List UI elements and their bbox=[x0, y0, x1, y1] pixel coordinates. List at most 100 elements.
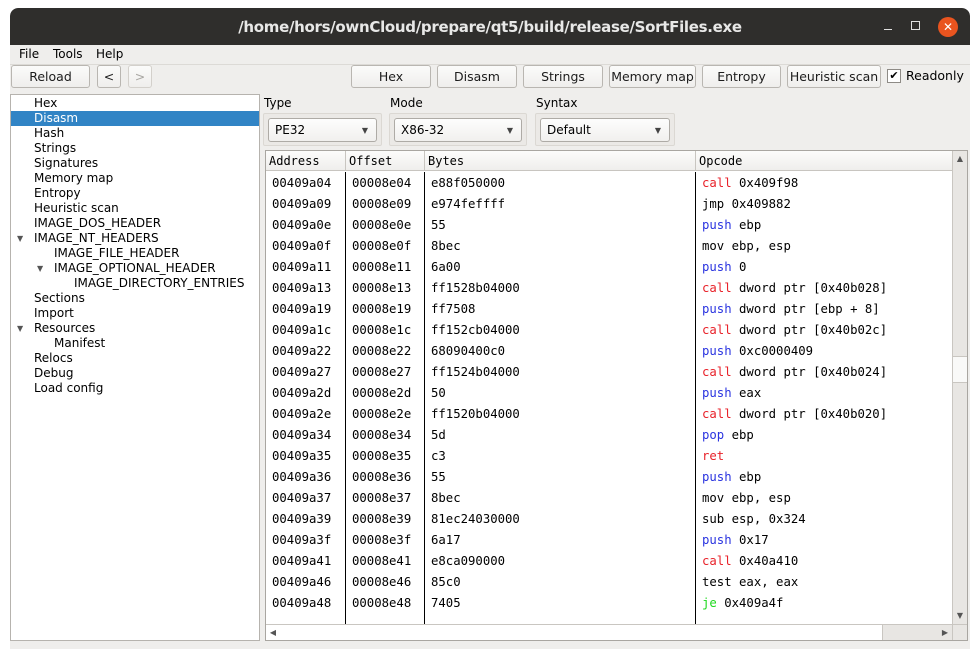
table-row[interactable]: 00409a19 00008e19 ff7508 push dword ptr [eb… bbox=[266, 299, 952, 320]
cell-opcode: je 0x409a4f bbox=[702, 593, 783, 614]
view-hex-button[interactable]: Hex bbox=[351, 65, 431, 88]
operands: dword ptr [0x40b028] bbox=[739, 281, 888, 295]
mnemonic: je bbox=[702, 596, 717, 610]
table-row[interactable]: 00409a39 00008e39 81ec24030000 sub esp, 0x3… bbox=[266, 509, 952, 530]
tree-item[interactable]: Strings bbox=[11, 141, 259, 156]
column-header-bytes[interactable]: Bytes bbox=[425, 151, 696, 171]
menu-file[interactable]: File bbox=[19, 47, 39, 61]
mnemonic: push bbox=[702, 260, 732, 274]
scroll-left-icon[interactable]: ◀ bbox=[266, 625, 280, 640]
tree-item[interactable]: Entropy bbox=[11, 186, 259, 201]
type-select[interactable]: PE32 ▼ bbox=[268, 118, 377, 142]
table-row[interactable]: 00409a41 00008e41 e8ca090000 call 0x40a410 bbox=[266, 551, 952, 572]
mode-frame: X86-32 ▼ bbox=[389, 113, 527, 146]
table-row[interactable]: 00409a35 00008e35 c3 ret bbox=[266, 446, 952, 467]
navigation-tree[interactable]: Hex Disasm Hash Strings Signatures Memory map… bbox=[10, 94, 260, 641]
mode-select[interactable]: X86-32 ▼ bbox=[394, 118, 522, 142]
cell-bytes: 68090400c0 bbox=[431, 344, 506, 358]
view-entropy-button[interactable]: Entropy bbox=[702, 65, 781, 88]
cell-bytes: 7405 bbox=[431, 596, 461, 610]
tree-item[interactable]: Sections bbox=[11, 291, 259, 306]
tree-item[interactable]: ▼ IMAGE_NT_HEADERS bbox=[11, 231, 259, 246]
table-row[interactable]: 00409a27 00008e27 ff1524b04000 call dword p… bbox=[266, 362, 952, 383]
cell-bytes: 6a17 bbox=[431, 533, 461, 547]
tree-item[interactable]: IMAGE_DOS_HEADER bbox=[11, 216, 259, 231]
tree-item[interactable]: Hex bbox=[11, 96, 259, 111]
cell-offset: 00008e11 bbox=[352, 260, 412, 274]
table-row[interactable]: 00409a11 00008e11 6a00 push 0 bbox=[266, 257, 952, 278]
tree-item[interactable]: Load config bbox=[11, 381, 259, 396]
table-row[interactable]: 00409a48 00008e48 7405 je 0x409a4f bbox=[266, 593, 952, 614]
tree-item[interactable]: Signatures bbox=[11, 156, 259, 171]
readonly-checkbox[interactable]: ✔ bbox=[887, 69, 901, 83]
horizontal-scroll-track[interactable] bbox=[882, 625, 938, 640]
menu-help[interactable]: Help bbox=[96, 47, 123, 61]
table-row[interactable]: 00409a37 00008e37 8bec mov ebp, esp bbox=[266, 488, 952, 509]
tree-item[interactable]: Memory map bbox=[11, 171, 259, 186]
table-row[interactable]: 00409a1c 00008e1c ff152cb04000 call dword p… bbox=[266, 320, 952, 341]
view-heuristic-scan-button[interactable]: Heuristic scan bbox=[787, 65, 881, 88]
operands: 0x40a410 bbox=[739, 554, 799, 568]
mnemonic: call bbox=[702, 323, 732, 337]
view-strings-button[interactable]: Strings bbox=[523, 65, 603, 88]
column-header-offset[interactable]: Offset bbox=[346, 151, 425, 171]
table-row[interactable]: 00409a2d 00008e2d 50 push eax bbox=[266, 383, 952, 404]
tree-item[interactable]: Heuristic scan bbox=[11, 201, 259, 216]
tree-item[interactable]: Relocs bbox=[11, 351, 259, 366]
tree-item[interactable]: Hash bbox=[11, 126, 259, 141]
expand-arrow-icon[interactable]: ▼ bbox=[17, 231, 23, 246]
tree-item[interactable]: Debug bbox=[11, 366, 259, 381]
table-row[interactable]: 00409a36 00008e36 55 push ebp bbox=[266, 467, 952, 488]
tree-item[interactable]: Disasm bbox=[11, 111, 259, 126]
title-bar[interactable]: /home/hors/ownCloud/prepare/qt5/build/re… bbox=[10, 8, 970, 45]
table-row[interactable]: 00409a0f 00008e0f 8bec mov ebp, esp bbox=[266, 236, 952, 257]
scroll-down-icon[interactable]: ▼ bbox=[953, 608, 967, 624]
view-memory-map-button[interactable]: Memory map bbox=[609, 65, 696, 88]
menu-tools[interactable]: Tools bbox=[53, 47, 83, 61]
cell-opcode: pop ebp bbox=[702, 425, 754, 446]
column-header-address[interactable]: Address bbox=[266, 151, 346, 171]
readonly-label[interactable]: Readonly bbox=[906, 68, 964, 83]
table-row[interactable]: 00409a2e 00008e2e ff1520b04000 call dword p… bbox=[266, 404, 952, 425]
scroll-up-icon[interactable]: ▲ bbox=[953, 151, 967, 167]
tree-item[interactable]: ▼ Resources bbox=[11, 321, 259, 336]
operands: ebp bbox=[739, 470, 762, 484]
vertical-scrollbar[interactable]: ▲ ▼ bbox=[952, 151, 967, 624]
vertical-scroll-thumb[interactable] bbox=[953, 356, 967, 383]
horizontal-scrollbar[interactable]: ◀ ▶ bbox=[266, 624, 952, 640]
cell-offset: 00008e13 bbox=[352, 281, 412, 295]
column-header-opcode[interactable]: Opcode bbox=[696, 151, 952, 171]
tree-item[interactable]: Manifest bbox=[11, 336, 259, 351]
tree-item[interactable]: ▼ IMAGE_OPTIONAL_HEADER bbox=[11, 261, 259, 276]
minimize-button[interactable] bbox=[878, 17, 898, 37]
reload-button[interactable]: Reload bbox=[11, 65, 90, 88]
back-button[interactable]: < bbox=[97, 65, 121, 88]
table-row[interactable]: 00409a04 00008e04 e88f050000 call 0x409f98 bbox=[266, 173, 952, 194]
forward-button[interactable]: > bbox=[128, 65, 152, 88]
cell-opcode: jmp 0x409882 bbox=[702, 194, 791, 215]
table-row[interactable]: 00409a34 00008e34 5d pop ebp bbox=[266, 425, 952, 446]
table-row[interactable]: 00409a09 00008e09 e974feffff jmp 0x409882 bbox=[266, 194, 952, 215]
scroll-right-icon[interactable]: ▶ bbox=[938, 625, 952, 640]
expand-arrow-icon[interactable]: ▼ bbox=[37, 261, 43, 276]
syntax-label: Syntax bbox=[536, 96, 578, 110]
expand-arrow-icon[interactable]: ▼ bbox=[17, 321, 23, 336]
mnemonic: push bbox=[702, 533, 732, 547]
table-row[interactable]: 00409a13 00008e13 ff1528b04000 call dword p… bbox=[266, 278, 952, 299]
maximize-button[interactable] bbox=[905, 17, 925, 37]
mnemonic: mov bbox=[702, 239, 725, 253]
syntax-select[interactable]: Default ▼ bbox=[540, 118, 670, 142]
operands: dword ptr [ebp + 8] bbox=[739, 302, 880, 316]
table-row[interactable]: 00409a46 00008e46 85c0 test eax, eax bbox=[266, 572, 952, 593]
tree-item[interactable]: Import bbox=[11, 306, 259, 321]
tree-item[interactable]: IMAGE_DIRECTORY_ENTRIES bbox=[11, 276, 259, 291]
table-row[interactable]: 00409a22 00008e22 68090400c0 push 0xc000040… bbox=[266, 341, 952, 362]
view-disasm-button[interactable]: Disasm bbox=[437, 65, 517, 88]
close-button[interactable]: ✕ bbox=[938, 17, 958, 37]
table-row[interactable]: 00409a0e 00008e0e 55 push ebp bbox=[266, 215, 952, 236]
table-row[interactable]: 00409a3f 00008e3f 6a17 push 0x17 bbox=[266, 530, 952, 551]
type-frame: PE32 ▼ bbox=[263, 113, 382, 146]
tree-item[interactable]: IMAGE_FILE_HEADER bbox=[11, 246, 259, 261]
cell-offset: 00008e2d bbox=[352, 386, 412, 400]
operands: 0xc0000409 bbox=[739, 344, 814, 358]
